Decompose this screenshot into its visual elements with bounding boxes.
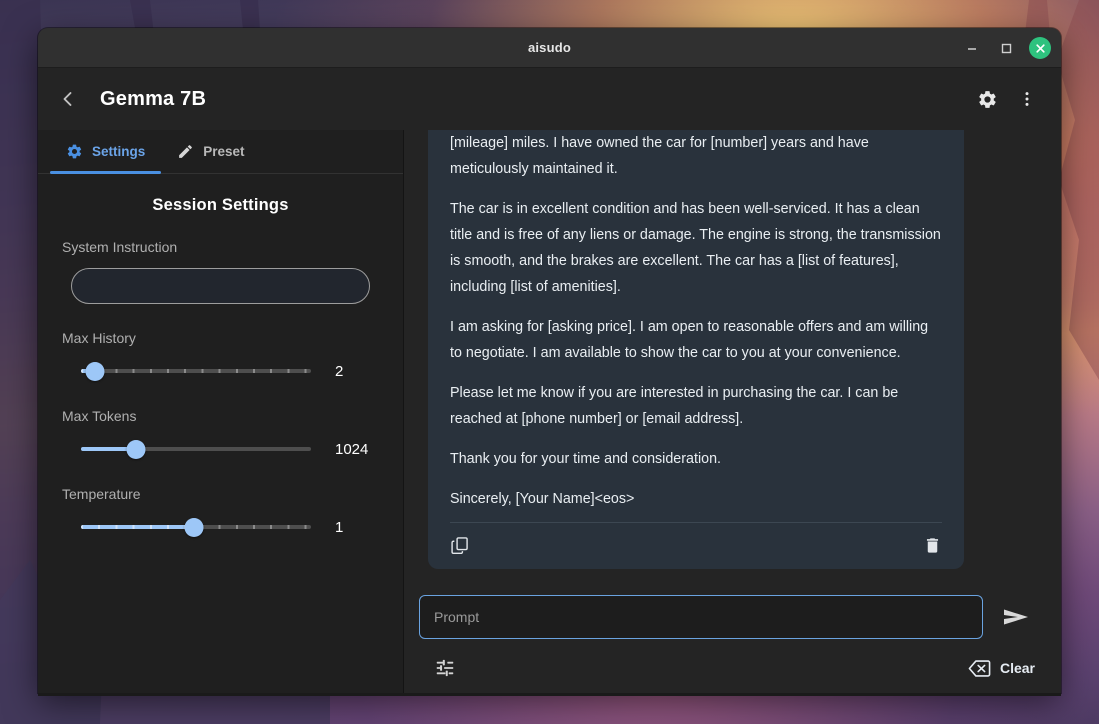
slider-knob[interactable] <box>184 517 204 537</box>
message-paragraph: The car is in excellent condition and ha… <box>450 201 941 295</box>
max-tokens-value: 1024 <box>335 440 369 458</box>
chevron-left-icon <box>63 92 72 106</box>
slider-track <box>81 369 311 373</box>
settings-sidebar: Settings Preset Session Settings System … <box>38 130 404 693</box>
send-button[interactable] <box>995 596 1037 638</box>
system-instruction-label: System Instruction <box>62 239 178 255</box>
more-menu-button[interactable] <box>1007 79 1047 119</box>
maximize-button[interactable] <box>995 37 1017 59</box>
prompt-input[interactable] <box>419 595 983 639</box>
composer: Clear <box>404 595 1061 693</box>
gear-icon <box>978 90 996 108</box>
system-instruction-input[interactable] <box>71 268 370 304</box>
max-tokens-slider[interactable] <box>81 438 311 460</box>
more-vertical-icon <box>1025 92 1029 106</box>
assistant-message-bubble: [mileage] miles. I have owned the car fo… <box>428 130 964 569</box>
composer-actions: Clear <box>414 657 1037 679</box>
app-header: Gemma 7B <box>38 68 1061 130</box>
window-title: aisudo <box>527 40 572 55</box>
max-tokens-row: 1024 <box>62 438 379 460</box>
message-actions <box>450 522 942 555</box>
trash-icon <box>926 537 939 553</box>
window-titlebar[interactable]: aisudo <box>38 28 1061 68</box>
temperature-row: 1 <box>62 516 379 538</box>
window-controls <box>961 28 1051 68</box>
max-history-value: 2 <box>335 362 344 380</box>
page-title: Gemma 7B <box>100 87 207 110</box>
slider-group-max-tokens: Max Tokens 1024 <box>62 408 379 460</box>
session-settings-pane: Session Settings System Instruction Max … <box>38 174 403 693</box>
settings-gear-button[interactable] <box>967 79 1007 119</box>
clear-button-label: Clear <box>999 660 1035 676</box>
minimize-button[interactable] <box>961 37 983 59</box>
desktop-wallpaper: aisudo Gemma 7B Settings Preset Session … <box>0 0 1099 724</box>
slider-fill <box>81 525 194 529</box>
window-body: Settings Preset Session Settings System … <box>38 130 1061 693</box>
max-tokens-label: Max Tokens <box>62 408 137 424</box>
delete-message-button[interactable] <box>923 536 942 555</box>
tab-preset[interactable]: Preset <box>161 130 260 173</box>
temperature-slider[interactable] <box>81 516 311 538</box>
message-paragraph: [mileage] miles. I have owned the car fo… <box>450 135 869 177</box>
tab-settings-label: Settings <box>92 144 146 159</box>
gear-icon <box>66 143 83 160</box>
sidebar-tabs: Settings Preset <box>38 130 403 174</box>
session-settings-title: Session Settings <box>152 196 289 214</box>
temperature-label: Temperature <box>62 486 141 502</box>
message-paragraph: Thank you for your time and consideratio… <box>450 451 721 467</box>
message-list[interactable]: [mileage] miles. I have owned the car fo… <box>404 130 1061 595</box>
message-paragraph: I am asking for [asking price]. I am ope… <box>450 319 929 361</box>
clear-button[interactable]: Clear <box>968 659 1035 678</box>
pencil-icon <box>177 143 194 160</box>
backspace-delete-icon <box>968 659 991 678</box>
close-button[interactable] <box>1029 37 1051 59</box>
max-history-row: 2 <box>62 360 379 382</box>
prompt-row <box>414 595 1037 639</box>
chat-panel: [mileage] miles. I have owned the car fo… <box>404 130 1061 693</box>
message-paragraph: Sincerely, [Your Name]<eos> <box>450 491 635 507</box>
tune-sliders-icon <box>436 659 454 677</box>
back-button[interactable] <box>46 77 90 121</box>
max-history-label: Max History <box>62 330 136 346</box>
slider-knob[interactable] <box>126 439 146 459</box>
slider-group-max-history: Max History 2 <box>62 330 379 382</box>
tab-preset-label: Preset <box>203 144 245 159</box>
temperature-value: 1 <box>335 518 344 536</box>
max-history-slider[interactable] <box>81 360 311 382</box>
copy-icon <box>451 537 468 555</box>
send-arrow-icon <box>1004 609 1028 625</box>
tune-settings-button[interactable] <box>434 657 456 679</box>
message-paragraph: Please let me know if you are interested… <box>450 385 899 427</box>
slider-knob[interactable] <box>85 361 105 381</box>
window-bottom-edge <box>38 693 1061 696</box>
tab-settings[interactable]: Settings <box>50 130 162 174</box>
slider-group-temperature: Temperature 1 <box>62 486 379 538</box>
copy-message-button[interactable] <box>450 535 470 555</box>
application-window: aisudo Gemma 7B Settings Preset Session … <box>38 28 1061 693</box>
